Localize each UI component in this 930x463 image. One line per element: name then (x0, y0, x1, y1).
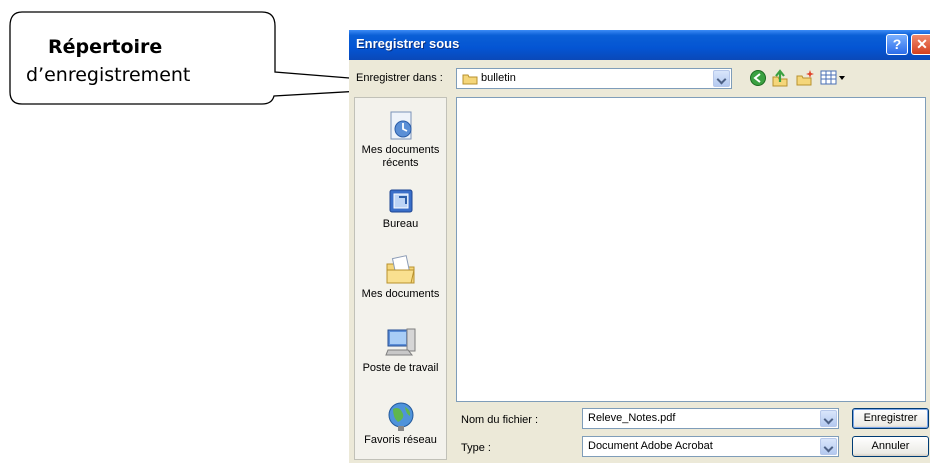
close-button[interactable]: ✕ (911, 34, 930, 55)
filename-value: Releve_Notes.pdf (588, 412, 676, 424)
chevron-down-icon[interactable] (820, 438, 837, 455)
view-menu-icon[interactable] (820, 69, 846, 87)
dialog-title: Enregistrer sous (356, 36, 460, 51)
place-desktop[interactable]: Bureau (355, 186, 446, 231)
place-label-desktop: Bureau (382, 218, 419, 230)
save-in-folder-select[interactable]: bulletin (456, 68, 732, 89)
file-list-view[interactable] (456, 97, 926, 402)
back-icon[interactable] (749, 69, 767, 87)
file-type-value: Document Adobe Acrobat (588, 440, 713, 452)
my-documents-icon (386, 255, 415, 284)
filename-label: Nom du fichier : (461, 414, 539, 426)
place-network[interactable]: Favoris réseau (355, 400, 446, 447)
chevron-down-icon[interactable] (820, 410, 837, 427)
up-folder-icon[interactable] (771, 69, 789, 87)
place-label-my-documents: Mes documents (361, 288, 440, 300)
current-folder-name: bulletin (481, 72, 516, 84)
title-bar: Enregistrer sous ? ✕ (349, 30, 930, 60)
chevron-down-icon[interactable] (713, 70, 730, 87)
filename-input[interactable]: Releve_Notes.pdf (582, 408, 839, 429)
file-type-select[interactable]: Document Adobe Acrobat (582, 436, 839, 457)
file-type-label: Type : (461, 442, 491, 454)
desktop-icon (389, 189, 412, 213)
save-as-dialog: Enregistrer sous ? ✕ Enregistrer dans : … (349, 30, 930, 463)
save-button[interactable]: Enregistrer (852, 408, 929, 429)
new-folder-icon[interactable] (795, 69, 815, 87)
place-label-recent: Mes documents récents (361, 144, 440, 169)
save-in-label: Enregistrer dans : (356, 72, 443, 84)
place-label-my-computer: Poste de travail (362, 362, 439, 374)
network-places-icon (388, 402, 413, 431)
place-label-network: Favoris réseau (364, 434, 437, 446)
my-computer-icon (384, 328, 415, 356)
folder-icon (462, 74, 478, 85)
callout-title: Répertoire (48, 36, 163, 58)
callout-text: d’enregistrement (26, 64, 191, 86)
places-bar: Mes documents récents Bureau Mes documen… (354, 97, 447, 460)
place-recent-documents[interactable]: Mes documents récents (355, 110, 446, 170)
place-my-documents[interactable]: Mes documents (355, 252, 446, 301)
place-my-computer[interactable]: Poste de travail (355, 326, 446, 375)
help-button[interactable]: ? (886, 34, 908, 55)
cancel-button[interactable]: Annuler (852, 436, 929, 457)
recent-documents-icon (390, 111, 411, 140)
